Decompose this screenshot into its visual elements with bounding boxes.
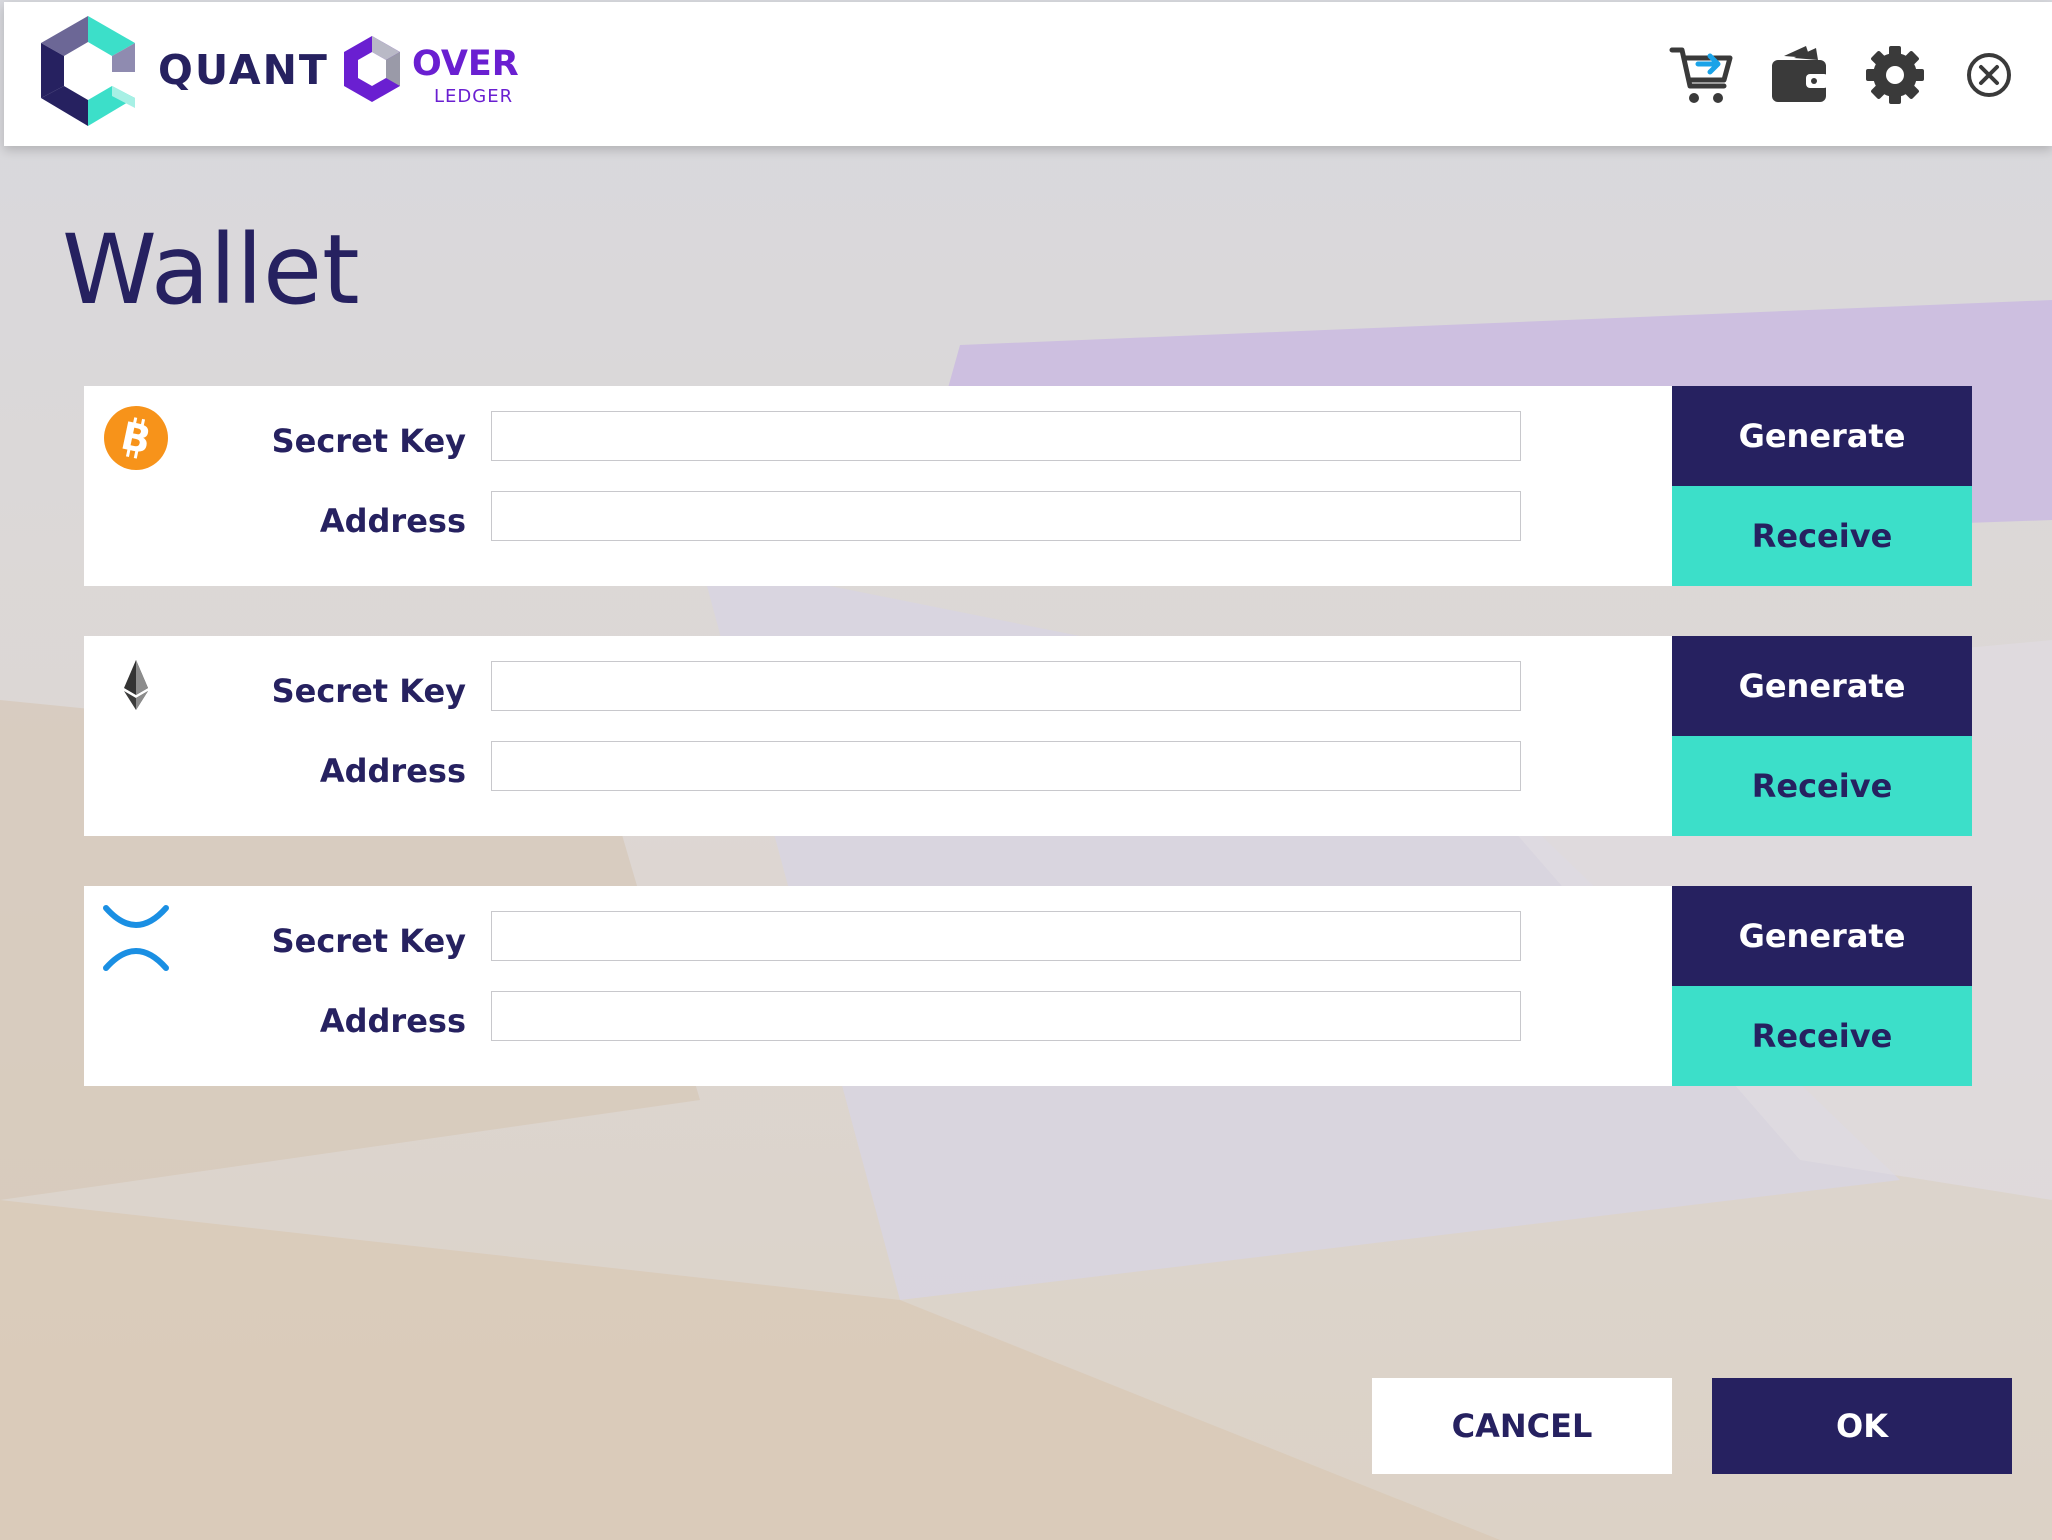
bitcoin-address-input[interactable] [491, 491, 1521, 541]
product-name-over: OVER [412, 44, 519, 84]
secret-key-label: Secret Key [271, 422, 466, 460]
gear-icon[interactable] [1862, 42, 1928, 108]
bitcoin-wallet-card: B Secret Key Address Generate Receive [84, 386, 1972, 586]
ethereum-icon [102, 654, 170, 722]
ethereum-generate-button[interactable]: Generate [1672, 636, 1972, 736]
overledger-logo-icon [340, 34, 404, 104]
product-name-ledger: LEDGER [434, 86, 514, 107]
close-circle-icon[interactable] [1956, 42, 2022, 108]
ethereum-receive-button[interactable]: Receive [1672, 736, 1972, 836]
ethereum-address-input[interactable] [491, 741, 1521, 791]
bitcoin-secret-key-input[interactable] [491, 411, 1521, 461]
wallet-icon[interactable] [1766, 42, 1832, 108]
bitcoin-icon: B [102, 404, 170, 472]
address-label: Address [319, 502, 466, 540]
cancel-button[interactable]: CANCEL [1372, 1378, 1672, 1474]
ethereum-wallet-card: Secret Key Address Generate Receive [84, 636, 1972, 836]
ripple-icon [102, 904, 170, 972]
ripple-wallet-card: Secret Key Address Generate Receive [84, 886, 1972, 1086]
address-label: Address [319, 752, 466, 790]
bitcoin-generate-button[interactable]: Generate [1672, 386, 1972, 486]
ok-button[interactable]: OK [1712, 1378, 2012, 1474]
cart-transfer-icon[interactable] [1668, 42, 1734, 108]
address-label: Address [319, 1002, 466, 1040]
ripple-generate-button[interactable]: Generate [1672, 886, 1972, 986]
ethereum-secret-key-input[interactable] [491, 661, 1521, 711]
ripple-receive-button[interactable]: Receive [1672, 986, 1972, 1086]
quant-logo-icon [38, 16, 138, 128]
secret-key-label: Secret Key [271, 922, 466, 960]
brand-name: QUANT [158, 46, 329, 94]
ripple-address-input[interactable] [491, 991, 1521, 1041]
ripple-secret-key-input[interactable] [491, 911, 1521, 961]
secret-key-label: Secret Key [271, 672, 466, 710]
page-title: Wallet [62, 214, 360, 326]
bitcoin-receive-button[interactable]: Receive [1672, 486, 1972, 586]
app-header: QUANT OVER LEDGER [4, 2, 2052, 146]
